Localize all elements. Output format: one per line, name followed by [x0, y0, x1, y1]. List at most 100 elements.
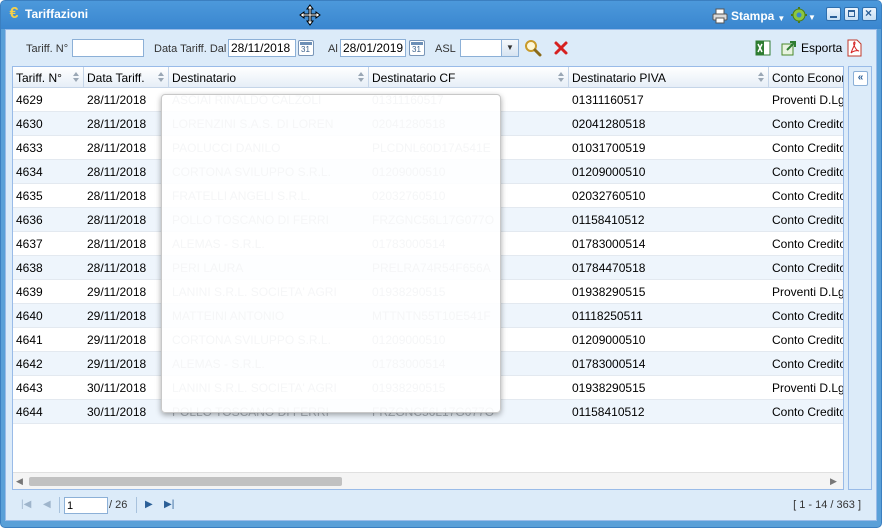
cell-piva: 01031700519: [572, 141, 646, 155]
cell-conto: Conto Creditori diversi: [772, 117, 843, 131]
first-page-icon[interactable]: |◀: [21, 499, 31, 510]
cell-date: 30/11/2018: [87, 381, 147, 395]
print-button[interactable]: Stampa ▼: [712, 7, 785, 25]
clear-filter-icon[interactable]: [552, 39, 570, 57]
cell-piva: 01783000514: [572, 237, 646, 251]
cell-conto: Conto Creditori diversi: [772, 237, 843, 251]
cell-piva: 01118250511: [572, 309, 643, 323]
cell-piva: 02032760510: [572, 189, 646, 203]
cell-num: 4634: [16, 165, 43, 179]
cell-date: 28/11/2018: [87, 261, 147, 275]
column-header-destinatario-cf[interactable]: Destinatario CF: [369, 67, 569, 88]
cell-piva: 01209000510: [572, 333, 646, 347]
cell-date: 30/11/2018: [87, 405, 147, 419]
cell-date: 29/11/2018: [87, 285, 147, 299]
title-bar[interactable]: € Tariffazioni Stampa ▼ ▼ ×: [1, 1, 881, 29]
cell-date: 28/11/2018: [87, 117, 147, 131]
cell-conto: Conto Creditori diversi: [772, 165, 843, 179]
cell-conto: Conto Creditori diversi: [772, 141, 843, 155]
cell-conto: Conto Creditori diversi: [772, 333, 843, 347]
cell-piva: 02041280518: [572, 117, 646, 131]
last-page-icon[interactable]: ▶|: [164, 499, 174, 510]
pager-separator: [136, 497, 137, 513]
sort-icon: [358, 72, 364, 82]
column-header-label: Destinatario CF: [372, 71, 456, 85]
cell-piva: 01938290515: [572, 285, 646, 299]
cell-piva: 01784470518: [572, 261, 646, 275]
date-from-label: Data Tariff. Dal: [154, 43, 227, 55]
cell-num: 4642: [16, 357, 43, 371]
cell-num: 4640: [16, 309, 43, 323]
minimize-button[interactable]: [826, 7, 841, 21]
sort-icon: [73, 72, 79, 82]
previous-page-icon[interactable]: ◀: [43, 499, 51, 510]
search-icon[interactable]: [524, 39, 542, 57]
tariff-number-input[interactable]: [72, 39, 144, 57]
cell-num: 4641: [16, 333, 43, 347]
column-header-conto-economico[interactable]: Conto Economico: [769, 67, 843, 88]
cell-conto: Conto Creditori diversi: [772, 213, 843, 227]
column-header-label: Conto Economico: [772, 71, 843, 85]
collapsed-side-panel: «: [848, 66, 872, 490]
tariffazioni-window: € Tariffazioni Stampa ▼ ▼ × Tariff. N° D…: [0, 0, 882, 528]
cell-piva: 01783000514: [572, 357, 646, 371]
cell-date: 28/11/2018: [87, 189, 147, 203]
printer-icon: [712, 8, 728, 24]
cell-num: 4630: [16, 117, 43, 131]
cell-date: 28/11/2018: [87, 141, 147, 155]
column-header-label: Destinatario: [172, 71, 237, 85]
print-label: Stampa: [731, 9, 775, 23]
excel-icon[interactable]: [755, 40, 771, 56]
asl-dropdown-icon[interactable]: ▼: [502, 39, 519, 57]
date-to-input[interactable]: [340, 39, 406, 57]
column-header-label: Tariff. N°: [16, 71, 62, 85]
settings-caret-icon: ▼: [808, 12, 816, 22]
scroll-right-icon[interactable]: ▶: [830, 476, 837, 487]
date-to-label: Al: [328, 43, 338, 55]
cell-num: 4637: [16, 237, 43, 251]
asl-combo-input[interactable]: [460, 39, 502, 57]
window-title: Tariffazioni: [25, 7, 89, 21]
pdf-icon[interactable]: [846, 39, 863, 57]
date-from-input[interactable]: [228, 39, 296, 57]
horizontal-scrollbar[interactable]: ◀ ▶: [13, 472, 843, 489]
cell-num: 4638: [16, 261, 43, 275]
cell-conto: Conto Creditori diversi: [772, 189, 843, 203]
pager-separator: [59, 497, 60, 513]
cell-conto: Proventi D.Lgs. 194/08: [772, 285, 843, 299]
cell-num: 4639: [16, 285, 43, 299]
date-from-calendar-icon[interactable]: [298, 40, 314, 56]
page-number-input[interactable]: [64, 497, 108, 514]
cell-piva: 01158410512: [572, 213, 645, 227]
cell-num: 4644: [16, 405, 43, 419]
scrollbar-thumb[interactable]: [29, 477, 342, 486]
grid-header: Tariff. N° Data Tariff. Destinatario Des…: [13, 67, 843, 88]
paging-info: [ 1 - 14 / 363 ]: [793, 499, 861, 511]
cell-conto: Conto Creditori diversi: [772, 357, 843, 371]
cell-date: 29/11/2018: [87, 309, 147, 323]
cell-num: 4636: [16, 213, 43, 227]
export-button[interactable]: Esporta: [781, 39, 842, 57]
cell-date: 28/11/2018: [87, 93, 147, 107]
filter-toolbar: Tariff. N° Data Tariff. Dal Al ASL ▼: [11, 35, 871, 61]
date-to-calendar-icon[interactable]: [409, 40, 425, 56]
close-button[interactable]: ×: [862, 6, 877, 21]
cell-num: 4635: [16, 189, 43, 203]
settings-button[interactable]: ▼: [790, 6, 816, 24]
next-page-icon[interactable]: ▶: [145, 499, 153, 510]
column-header-destinatario-piva[interactable]: Destinatario PIVA: [569, 67, 769, 88]
cell-piva: 01158410512: [572, 405, 645, 419]
scroll-left-icon[interactable]: ◀: [16, 476, 23, 487]
cell-piva: 01938290515: [572, 381, 646, 395]
export-label: Esporta: [801, 41, 843, 55]
column-header-date[interactable]: Data Tariff.: [84, 67, 169, 88]
cell-piva: 01311160517: [572, 93, 644, 107]
gear-icon: [791, 7, 807, 23]
sort-icon: [758, 72, 764, 82]
cell-piva: 01209000510: [572, 165, 646, 179]
column-header-label: Data Tariff.: [87, 71, 145, 85]
column-header-destinatario[interactable]: Destinatario: [169, 67, 369, 88]
column-header-tariff-number[interactable]: Tariff. N°: [13, 67, 84, 88]
maximize-button[interactable]: [844, 7, 859, 21]
expand-panel-icon[interactable]: «: [853, 71, 868, 86]
